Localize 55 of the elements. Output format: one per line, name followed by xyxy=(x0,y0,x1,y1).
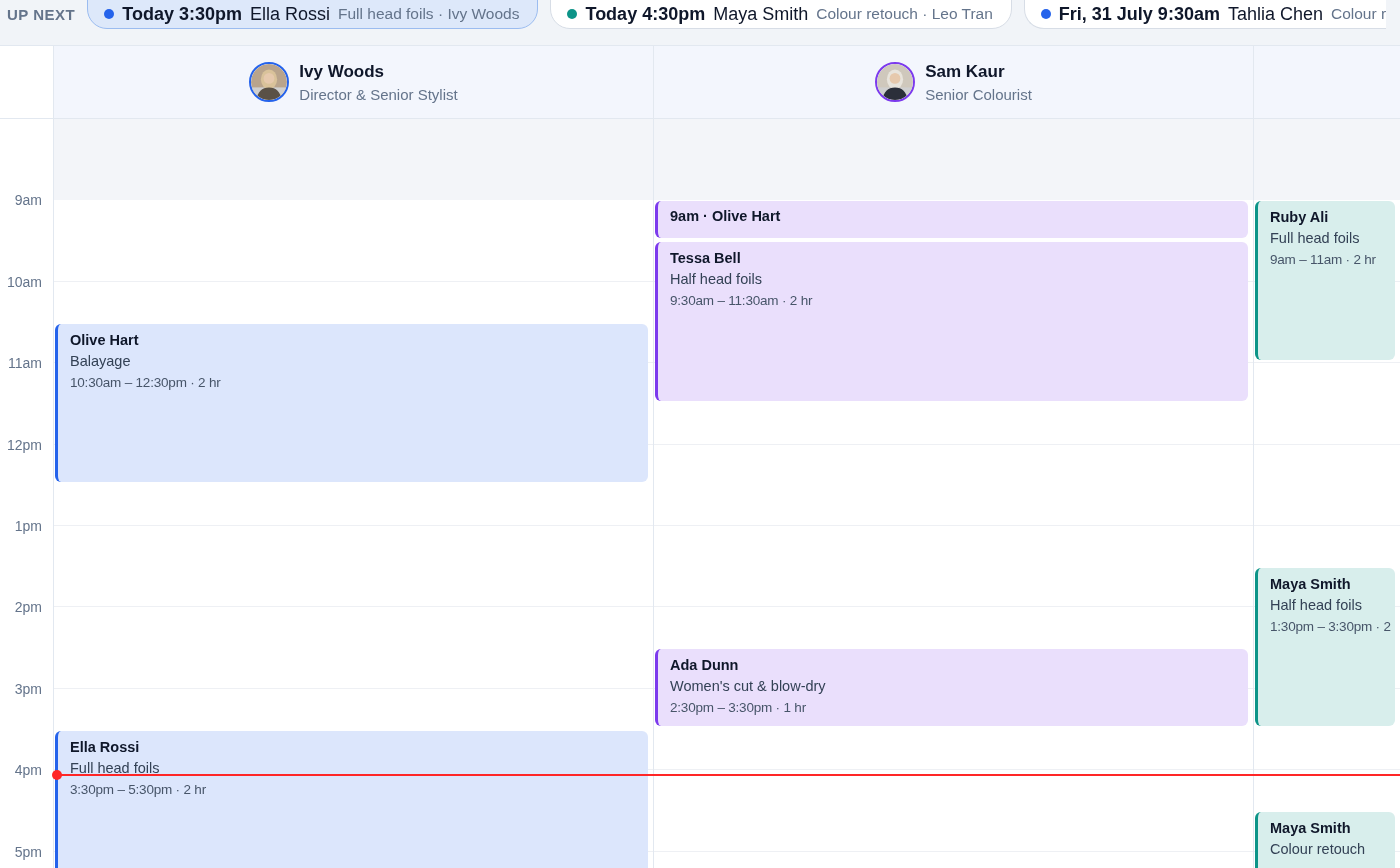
appointment-card[interactable]: Ruby Ali Full head foils 9am – 11am · 2 hr xyxy=(1255,201,1395,361)
appointment-detail: Full head foils · Ivy Woods xyxy=(338,5,520,23)
appointment-time: 3:30pm – 5:30pm · 2 hr xyxy=(70,780,206,799)
appointment-detail: Colour r xyxy=(1331,5,1387,23)
time-label: 1pm xyxy=(14,518,42,534)
appointment-card[interactable]: 9am · Olive Hart xyxy=(655,201,1248,239)
appointment-time: Fri, 31 July 9:30am xyxy=(1058,3,1220,25)
client-name: Tahlia Chen xyxy=(1227,3,1323,25)
client-name: Olive Hart xyxy=(70,330,139,350)
staff-role: Director & Senior Stylist xyxy=(299,85,458,103)
staff-name: Sam Kaur xyxy=(925,61,1006,82)
time-label: 2pm xyxy=(14,599,42,616)
time-label: 12pm xyxy=(6,436,42,453)
appointment-card[interactable]: Ella Rossi Full head foils 3:30pm – 5:30pm · 2 hr xyxy=(55,730,648,868)
service-name: Full head foils xyxy=(70,758,160,778)
client-name: Maya Smith xyxy=(1270,818,1351,838)
section-label: UP NEXT xyxy=(7,6,76,23)
appointment-time: Today 3:30pm xyxy=(122,3,242,25)
service-name: Colour retouch xyxy=(1270,839,1366,859)
appointment-time: 2:30pm – 3:30pm · 1 hr xyxy=(670,699,806,718)
appointment-card[interactable]: Tessa Bell Half head foils 9:30am – 11:30am · 2 hr xyxy=(655,242,1248,401)
appointment-card[interactable]: Maya Smith Colour retouch xyxy=(1255,811,1395,868)
staff-name: Ivy Woods xyxy=(299,61,385,82)
time-label: 11am xyxy=(8,355,42,372)
service-name: Balayage xyxy=(70,351,131,371)
appointment-time: 9:30am – 11:30am · 2 hr xyxy=(670,292,813,311)
time-label: 5pm xyxy=(14,843,42,860)
appointment-time: Today 4:30pm xyxy=(585,3,706,25)
upcoming-appointment-chip[interactable]: Fri, 31 July 9:30am Tahlia Chen Colour r xyxy=(1023,0,1387,29)
service-name: Half head foils xyxy=(1270,595,1362,615)
appointment-card[interactable]: Olive Hart Balayage 10:30am – 12:30pm · 2 hr xyxy=(55,323,648,483)
appointment-detail: Colour retouch · Leo Tran xyxy=(816,5,993,23)
time-label: 3pm xyxy=(14,680,42,697)
time-label: 10am xyxy=(6,273,42,290)
client-name: Ruby Ali xyxy=(1270,208,1329,228)
service-name: Full head foils xyxy=(1270,229,1360,249)
appointment-title: 9am · Olive Hart xyxy=(670,207,781,227)
appointment-time: 1:30pm – 3:30pm · 2 xyxy=(1270,617,1391,636)
client-name: Ella Rossi xyxy=(70,737,140,757)
time-label: 9am xyxy=(14,192,42,209)
client-name: Ada Dunn xyxy=(670,656,739,676)
time-label: 4pm xyxy=(14,762,42,779)
appointment-time: 9am – 11am · 2 hr xyxy=(1270,251,1376,270)
client-name: Maya Smith xyxy=(1270,574,1351,594)
service-name: Women's cut & blow-dry xyxy=(670,677,826,697)
appointment-card[interactable]: Ada Dunn Women's cut & blow-dry 2:30pm – 3:30pm · 1 hr xyxy=(655,649,1248,727)
service-name: Half head foils xyxy=(670,270,762,290)
appointment-time: 10:30am – 12:30pm · 2 hr xyxy=(70,373,221,392)
client-name: Ella Rossi xyxy=(249,3,330,25)
upcoming-appointment-chip[interactable]: Today 4:30pm Maya Smith Colour retouch · Leo Tran xyxy=(550,0,1012,29)
appointment-card[interactable]: Maya Smith Half head foils 1:30pm – 3:30pm · 2 xyxy=(1255,567,1395,727)
client-name: Tessa Bell xyxy=(670,249,741,269)
upcoming-appointment-chip[interactable]: Today 3:30pm Ella Rossi Full head foils · Ivy Woods xyxy=(87,0,539,29)
staff-role: Senior Colourist xyxy=(925,85,1032,103)
client-name: Maya Smith xyxy=(713,3,809,25)
